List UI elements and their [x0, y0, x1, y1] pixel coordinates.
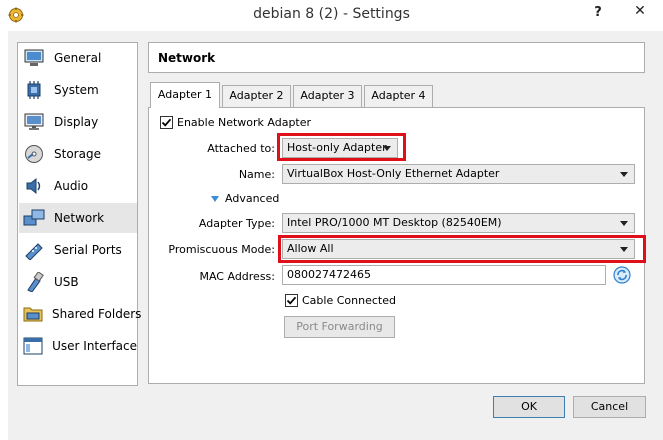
port-forwarding-button[interactable]: Port Forwarding [284, 316, 395, 338]
settings-sidebar: General System Display Storage Audio Net… [17, 42, 141, 386]
cancel-button[interactable]: Cancel [573, 396, 646, 418]
sidebar-item-label: System [54, 83, 99, 97]
audio-icon [23, 175, 45, 197]
adapter-type-value: Intel PRO/1000 MT Desktop (82540EM) [287, 216, 502, 229]
tab-adapter-3[interactable]: Adapter 3 [293, 85, 362, 107]
window-title: debian 8 (2) - Settings [253, 6, 410, 22]
mac-address-label: MAC Address: [199, 270, 275, 283]
sidebar-item-user-interface[interactable]: User Interface [19, 331, 137, 361]
close-button[interactable]: ✕ [617, 0, 663, 22]
sidebar-item-shared-folders[interactable]: Shared Folders [19, 299, 141, 329]
advanced-toggle[interactable]: Advanced [210, 192, 279, 205]
ok-button[interactable]: OK [493, 396, 565, 418]
general-icon [23, 47, 45, 69]
cable-connected-label: Cable Connected [302, 294, 396, 307]
user-interface-icon [23, 335, 43, 357]
sidebar-item-general[interactable]: General [19, 43, 137, 73]
tab-adapter-2[interactable]: Adapter 2 [222, 85, 291, 107]
usb-icon [23, 271, 45, 293]
sidebar-item-label: Audio [54, 179, 89, 193]
adapter-name-value: VirtualBox Host-Only Ethernet Adapter [287, 167, 500, 180]
refresh-mac-button[interactable] [613, 266, 631, 284]
advanced-label: Advanced [225, 192, 280, 205]
sidebar-item-usb[interactable]: USB [19, 267, 137, 297]
sidebar-item-storage[interactable]: Storage [19, 139, 137, 169]
network-icon [23, 207, 45, 229]
display-icon [23, 111, 45, 133]
shared-folders-icon [23, 303, 43, 325]
expand-triangle-icon [211, 195, 219, 202]
sidebar-item-audio[interactable]: Audio [19, 171, 137, 201]
help-button[interactable]: ? [586, 3, 610, 23]
attached-to-label: Attached to: [207, 142, 275, 155]
adapter-type-label: Adapter Type: [198, 217, 275, 230]
tab-adapter-1[interactable]: Adapter 1 [150, 82, 220, 108]
sidebar-item-label: Display [54, 115, 99, 129]
refresh-icon [613, 266, 631, 284]
sidebar-item-label: User Interface [52, 339, 137, 353]
enable-adapter-checkbox[interactable]: Enable Network Adapter [160, 116, 311, 129]
sidebar-item-label: Network [54, 211, 105, 225]
serial-ports-icon [23, 239, 45, 261]
sidebar-item-display[interactable]: Display [19, 107, 137, 137]
sidebar-item-label: USB [54, 275, 79, 289]
checkbox-checked[interactable] [285, 294, 298, 307]
chevron-down-icon [620, 172, 628, 177]
title-bar: debian 8 (2) - Settings ? ✕ [0, 0, 663, 31]
highlight-box-promiscuous [278, 235, 646, 263]
close-icon: ✕ [634, 3, 646, 19]
mac-address-input[interactable]: 080027472465 [282, 265, 606, 285]
sidebar-item-serial-ports[interactable]: Serial Ports [19, 235, 137, 265]
sidebar-item-label: General [54, 51, 102, 65]
sidebar-item-label: Serial Ports [54, 243, 122, 257]
chevron-down-icon [620, 221, 628, 226]
checkmark-icon [286, 296, 297, 305]
sidebar-item-network[interactable]: Network [19, 203, 137, 233]
highlight-box-attached [277, 133, 406, 161]
sidebar-item-system[interactable]: System [19, 75, 137, 105]
checkmark-icon [161, 118, 172, 127]
system-icon [23, 79, 45, 101]
checkbox-checked[interactable] [160, 116, 173, 129]
tab-adapter-4[interactable]: Adapter 4 [364, 85, 433, 107]
sidebar-item-label: Storage [54, 147, 101, 161]
adapter-name-select[interactable]: VirtualBox Host-Only Ethernet Adapter [282, 164, 635, 184]
sidebar-item-label: Shared Folders [52, 307, 142, 321]
name-label: Name: [238, 168, 275, 181]
adapter-type-select[interactable]: Intel PRO/1000 MT Desktop (82540EM) [282, 213, 635, 233]
enable-adapter-label: Enable Network Adapter [177, 116, 312, 129]
promiscuous-mode-label: Promiscuous Mode: [168, 243, 275, 256]
storage-icon [23, 143, 45, 165]
page-title: Network [148, 42, 645, 73]
cable-connected-checkbox[interactable]: Cable Connected [285, 294, 396, 307]
